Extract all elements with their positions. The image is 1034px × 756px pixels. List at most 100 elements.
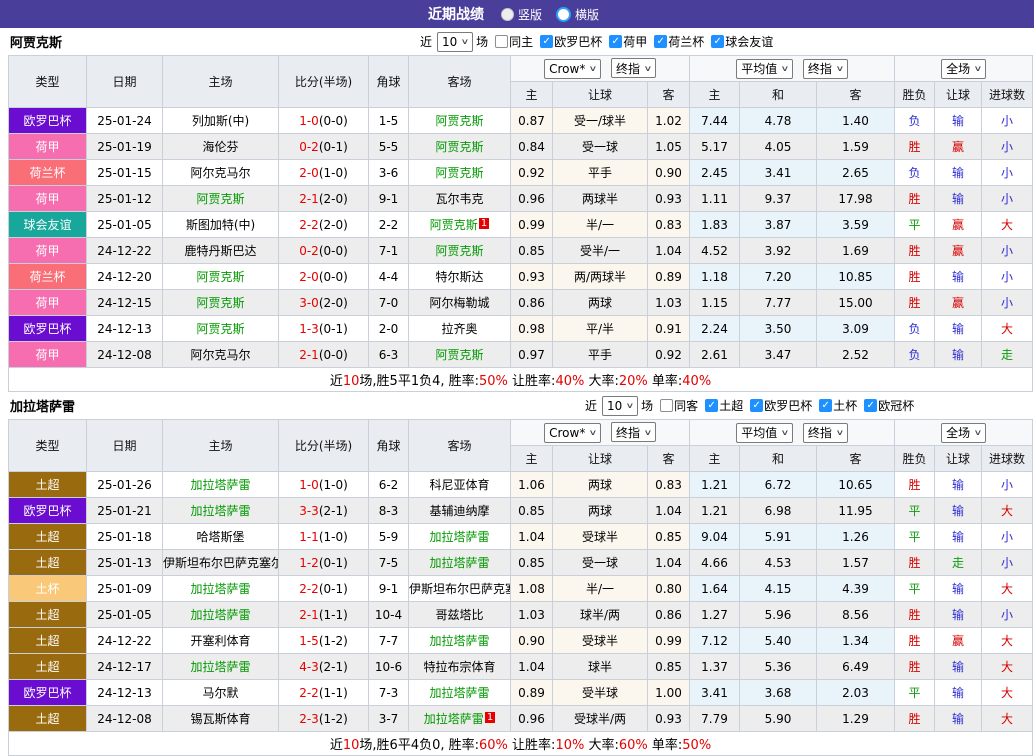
away-team-cell: 阿尔梅勒城 <box>409 290 511 316</box>
league-label: 球会友谊 <box>725 33 773 50</box>
bookmaker-select[interactable]: Crow*∨ <box>544 423 601 443</box>
date-cell: 25-01-21 <box>87 498 163 524</box>
wdl-result-cell: 胜 <box>895 472 935 498</box>
half-score: (2-0) <box>319 192 348 206</box>
scope-select[interactable]: 全场∨ <box>941 59 986 79</box>
match-row: 荷甲24-12-15阿贾克斯3-0(2-0)7-0阿尔梅勒城0.86两球1.03… <box>9 290 1033 316</box>
same-home-checkbox[interactable] <box>495 35 508 48</box>
avg-draw-odds-cell: 3.50 <box>740 316 817 342</box>
home-team-cell: 鹿特丹斯巴达 <box>163 238 279 264</box>
score-cell: 2-2(2-0) <box>279 212 369 238</box>
section-ajax: 阿贾克斯 近 10 ∨ 场 同主 ✓欧罗巴杯 ✓荷甲 ✓荷兰杯 ✓球会友谊 <box>0 28 1034 392</box>
avg-away-odds-cell: 10.65 <box>817 472 895 498</box>
summary-row: 近10场,胜5平1负4, 胜率:50% 让胜率:40% 大率:20% 单率:40… <box>9 368 1033 392</box>
team-name: 特尔斯达 <box>435 270 483 284</box>
recent-count-select[interactable]: 10 ∨ <box>602 396 638 416</box>
select-value: Crow* <box>549 62 585 76</box>
corners-cell: 10-6 <box>369 654 409 680</box>
crow-home-odds-cell: 0.90 <box>511 628 553 654</box>
team-name: 列加斯(中) <box>192 114 249 128</box>
league-checkbox[interactable]: ✓ <box>540 35 553 48</box>
goals-result-cell: 大 <box>982 654 1033 680</box>
match-row: 荷甲25-01-19海伦芬0-2(0-1)5-5阿贾克斯0.84受一球1.055… <box>9 134 1033 160</box>
handicap-result-cell: 输 <box>935 342 982 368</box>
league-checkbox[interactable]: ✓ <box>609 35 622 48</box>
league-label: 欧罗巴杯 <box>764 397 812 414</box>
summary-value: 40% <box>682 374 711 389</box>
layout-option-vertical[interactable]: 竖版 <box>501 6 542 23</box>
full-score: 1-2 <box>299 556 319 570</box>
date-cell: 25-01-09 <box>87 576 163 602</box>
radio-icon[interactable] <box>501 8 514 21</box>
goals-result-cell: 大 <box>982 576 1033 602</box>
handicap-result-cell: 输 <box>935 654 982 680</box>
avg-away-odds-cell: 1.69 <box>817 238 895 264</box>
chevron-down-icon: ∨ <box>644 64 653 73</box>
bookmaker-select[interactable]: Crow*∨ <box>544 59 601 79</box>
match-row: 球会友谊25-01-05斯图加特(中)2-2(2-0)2-2阿贾克斯10.99半… <box>9 212 1033 238</box>
home-team-cell: 加拉塔萨雷 <box>163 472 279 498</box>
odds-time-select[interactable]: 终指∨ <box>611 58 656 78</box>
home-team-cell: 阿贾克斯 <box>163 186 279 212</box>
corners-cell: 3-7 <box>369 706 409 732</box>
result-handicap-col: 让球 <box>935 446 982 472</box>
scope-select[interactable]: 全场∨ <box>941 423 986 443</box>
league-type-cell: 荷甲 <box>9 238 87 264</box>
crow-away-odds-cell: 0.93 <box>648 186 690 212</box>
chevron-down-icon: ∨ <box>644 428 653 437</box>
crow-handicap-col: 让球 <box>553 82 648 108</box>
avg-home-col: 主 <box>690 82 740 108</box>
odds-time-select[interactable]: 终指∨ <box>611 422 656 442</box>
avg-home-odds-cell: 1.64 <box>690 576 740 602</box>
team-name: 伊斯坦布尔巴萨克塞尔 <box>409 582 511 596</box>
home-team-cell: 哈塔斯堡 <box>163 524 279 550</box>
half-score: (1-2) <box>319 712 348 726</box>
team-name: 阿尔梅勒城 <box>429 296 489 310</box>
league-checkbox[interactable]: ✓ <box>864 399 877 412</box>
team-title: 阿贾克斯 <box>0 32 62 51</box>
league-checkbox[interactable]: ✓ <box>711 35 724 48</box>
crow-handicap-cell: 受一球 <box>553 134 648 160</box>
summary-text: 大率: <box>584 374 619 389</box>
avg-select[interactable]: 平均值∨ <box>736 423 793 443</box>
same-home-label: 同主 <box>509 33 533 50</box>
league-type-cell: 荷兰杯 <box>9 160 87 186</box>
league-checkbox[interactable]: ✓ <box>705 399 718 412</box>
score-cell: 0-2(0-0) <box>279 238 369 264</box>
league-checkbox[interactable]: ✓ <box>654 35 667 48</box>
avg-home-odds-cell: 1.27 <box>690 602 740 628</box>
league-checkbox[interactable]: ✓ <box>819 399 832 412</box>
goals-result-cell: 走 <box>982 342 1033 368</box>
crow-home-odds-cell: 1.03 <box>511 602 553 628</box>
wdl-result-cell: 胜 <box>895 550 935 576</box>
crow-away-odds-cell: 0.83 <box>648 472 690 498</box>
league-checkbox[interactable]: ✓ <box>750 399 763 412</box>
crow-home-odds-cell: 0.93 <box>511 264 553 290</box>
avg-time-select[interactable]: 终指∨ <box>803 423 848 443</box>
wdl-result-cell: 胜 <box>895 186 935 212</box>
team-name: 阿贾克斯 <box>196 270 244 284</box>
crow-away-col: 客 <box>648 446 690 472</box>
avg-time-select[interactable]: 终指∨ <box>803 59 848 79</box>
team-name: 加拉塔萨雷 <box>190 608 250 622</box>
avg-draw-odds-cell: 7.20 <box>740 264 817 290</box>
league-type-cell: 土杯 <box>9 576 87 602</box>
radio-selected-icon[interactable] <box>556 7 571 22</box>
half-score: (0-1) <box>319 322 348 336</box>
away-team-cell: 特尔斯达 <box>409 264 511 290</box>
league-type-cell: 土超 <box>9 602 87 628</box>
avg-draw-odds-cell: 5.96 <box>740 602 817 628</box>
avg-home-odds-cell: 2.45 <box>690 160 740 186</box>
layout-option-horizontal[interactable]: 横版 <box>556 6 599 23</box>
handicap-result-cell: 赢 <box>935 238 982 264</box>
full-score: 2-1 <box>299 608 319 622</box>
match-row: 荷甲24-12-08阿尔克马尔2-1(0-0)6-3阿贾克斯0.97平手0.92… <box>9 342 1033 368</box>
wdl-result-cell: 胜 <box>895 134 935 160</box>
avg-select[interactable]: 平均值∨ <box>736 59 793 79</box>
summary-line: 近10场,胜6平4负0, 胜率:60% 让胜率:10% 大率:60% 单率:50… <box>9 732 1033 756</box>
same-away-checkbox[interactable] <box>660 399 673 412</box>
recent-count-select[interactable]: 10 ∨ <box>437 32 473 52</box>
result-scope-header: 全场∨ <box>895 56 1033 82</box>
recent-results-table: 类型 日期 主场 比分(半场) 角球 客场 Crow*∨ 终指∨ 平均值∨ 终指… <box>8 55 1033 392</box>
team-name: 鹿特丹斯巴达 <box>184 244 256 258</box>
